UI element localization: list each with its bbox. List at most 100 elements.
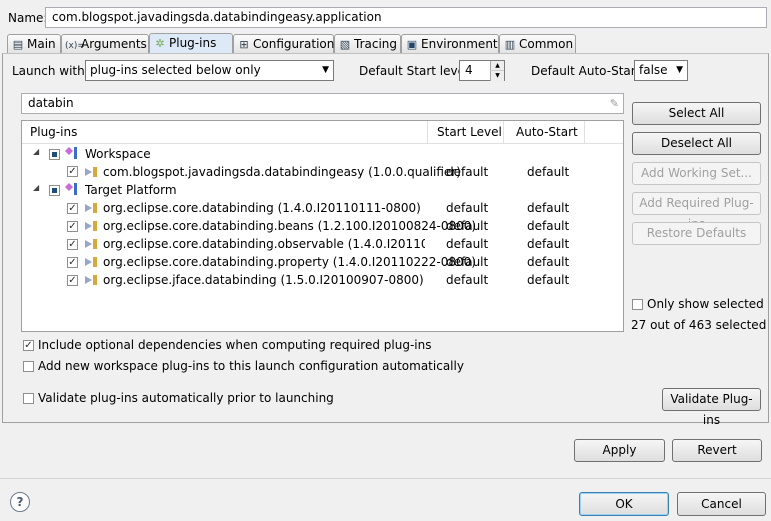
plugin-checkbox[interactable]: ✓ [67,203,78,214]
environment-tab-icon: ▣ [406,38,418,51]
plugin-auto-start[interactable]: default [527,237,569,251]
plugin-auto-start[interactable]: default [527,219,569,233]
column-header-auto-start[interactable]: Auto-Start [516,125,578,139]
default-start-level-value: 4 [465,63,473,77]
plugin-icon [83,165,99,179]
plugin-name: org.eclipse.core.databinding.property (1… [103,255,476,269]
plugin-checkbox[interactable]: ✓ [67,257,78,268]
plugin-name: org.eclipse.jface.databinding (1.5.0.I20… [103,273,424,287]
filter-input[interactable]: databin ✎ [21,93,624,114]
launch-with-dropdown[interactable]: plug-ins selected below only ▼ [85,60,334,81]
plugin-checkbox[interactable]: ✓ [67,275,78,286]
check-icon: ✓ [68,203,77,214]
check-icon: ✓ [68,166,77,177]
plugin-checkbox[interactable]: ✓ [67,166,78,177]
plugin-start-level[interactable]: default [446,165,488,179]
target-platform-checkbox[interactable] [49,185,60,196]
partial-check-icon [52,152,57,157]
tab-main[interactable]: ▤ Main [7,34,61,53]
target-platform-icon [64,182,78,196]
column-header-plugins[interactable]: Plug-ins [30,125,77,139]
restore-defaults-button[interactable]: Restore Defaults [632,222,761,245]
column-divider [503,121,504,143]
tab-main-label: Main [27,37,56,51]
tab-arguments[interactable]: (x)=Arguments [61,34,149,53]
tab-tracing-label: Tracing [354,37,398,51]
ok-button[interactable]: OK [579,492,669,516]
default-start-level-spinner[interactable]: 4 ▲ ▼ [459,60,505,81]
validate-plugins-button[interactable]: Validate Plug-ins [662,388,761,427]
chevron-down-icon: ▼ [676,65,683,75]
plugin-icon [83,255,99,272]
spinner-up-icon[interactable]: ▲ [490,61,504,70]
tab-arguments-label: Arguments [81,37,147,51]
default-auto-start-dropdown[interactable]: false ▼ [634,60,688,81]
target-platform-label: Target Platform [85,183,177,197]
tab-plugins-label: Plug-ins [169,36,217,50]
help-glyph: ? [16,495,24,509]
name-field-value: com.blogspot.javadingsda.databindingeasy… [52,10,382,24]
add-working-set-button[interactable]: Add Working Set... [632,162,761,185]
validate-auto-checkbox[interactable] [23,393,34,404]
check-icon: ✓ [68,239,77,250]
plugin-start-level[interactable]: default [446,237,488,251]
default-auto-start-value: false [639,63,668,77]
spinner-down-icon[interactable]: ▼ [490,70,504,81]
tab-environment[interactable]: ▣ Environment [401,34,499,53]
configuration-tab-icon: ⊞ [239,38,249,51]
common-tab-icon: ▥ [504,38,516,51]
include-optional-label: Include optional dependencies when compu… [38,338,432,352]
deselect-all-button[interactable]: Deselect All [632,132,761,155]
column-divider [584,121,585,143]
revert-button[interactable]: Revert [672,439,762,462]
workspace-label: Workspace [85,147,151,161]
default-start-level-label: Default Start level: [359,64,473,78]
select-all-button[interactable]: Select All [632,102,761,125]
plugin-start-level[interactable]: default [446,273,488,287]
plugin-auto-start[interactable]: default [527,201,569,215]
plugins-tab-icon: ✲ [155,37,165,50]
workspace-icon [64,146,78,160]
plugin-start-level[interactable]: default [446,219,488,233]
chevron-down-icon: ▼ [322,65,329,75]
column-divider [427,121,428,143]
tab-tracing[interactable]: ▧ Tracing [334,34,401,53]
tab-environment-label: Environment [421,37,498,51]
plugin-name: org.eclipse.core.databinding (1.4.0.I201… [103,201,421,215]
column-header-start-level[interactable]: Start Level [437,125,502,139]
tab-common[interactable]: ▥ Common [499,34,576,53]
add-new-workspace-checkbox[interactable] [23,361,34,372]
cancel-button[interactable]: Cancel [677,492,766,516]
plugin-start-level[interactable]: default [446,201,488,215]
plugin-auto-start[interactable]: default [527,255,569,269]
collapse-icon[interactable]: ◢ [33,183,39,192]
apply-button[interactable]: Apply [574,439,665,462]
add-required-plugins-button[interactable]: Add Required Plug-ins [632,192,761,231]
plugin-start-level[interactable]: default [446,255,488,269]
check-icon: ✓ [68,275,77,286]
add-new-workspace-label: Add new workspace plug-ins to this launc… [38,359,464,373]
name-field[interactable]: com.blogspot.javadingsda.databindingeasy… [45,7,767,28]
tab-plugins[interactable]: ✲ Plug-ins [149,33,233,54]
validate-auto-label: Validate plug-ins automatically prior to… [38,391,334,405]
help-icon[interactable]: ? [10,492,30,512]
workspace-checkbox[interactable] [49,149,60,160]
plugin-icon [83,219,99,236]
filter-input-value: databin [28,96,74,110]
plugin-icon [83,237,99,254]
tab-configuration[interactable]: ⊞ Configuration [233,34,334,53]
only-show-selected-label: Only show selected [647,297,764,311]
include-optional-checkbox[interactable]: ✓ [23,340,34,351]
name-label: Name: [8,11,48,25]
default-auto-start-label: Default Auto-Start: [531,64,645,78]
check-icon: ✓ [24,340,33,351]
plugin-auto-start[interactable]: default [527,273,569,287]
clear-filter-icon[interactable]: ✎ [610,94,619,113]
only-show-selected-checkbox[interactable] [632,299,643,310]
plugin-checkbox[interactable]: ✓ [67,221,78,232]
plugin-checkbox[interactable]: ✓ [67,239,78,250]
plugin-auto-start[interactable]: default [527,165,569,179]
collapse-icon[interactable]: ◢ [33,147,39,156]
launch-with-label: Launch with: [12,64,89,78]
plugin-name: org.eclipse.core.databinding.beans (1.2.… [103,219,477,233]
